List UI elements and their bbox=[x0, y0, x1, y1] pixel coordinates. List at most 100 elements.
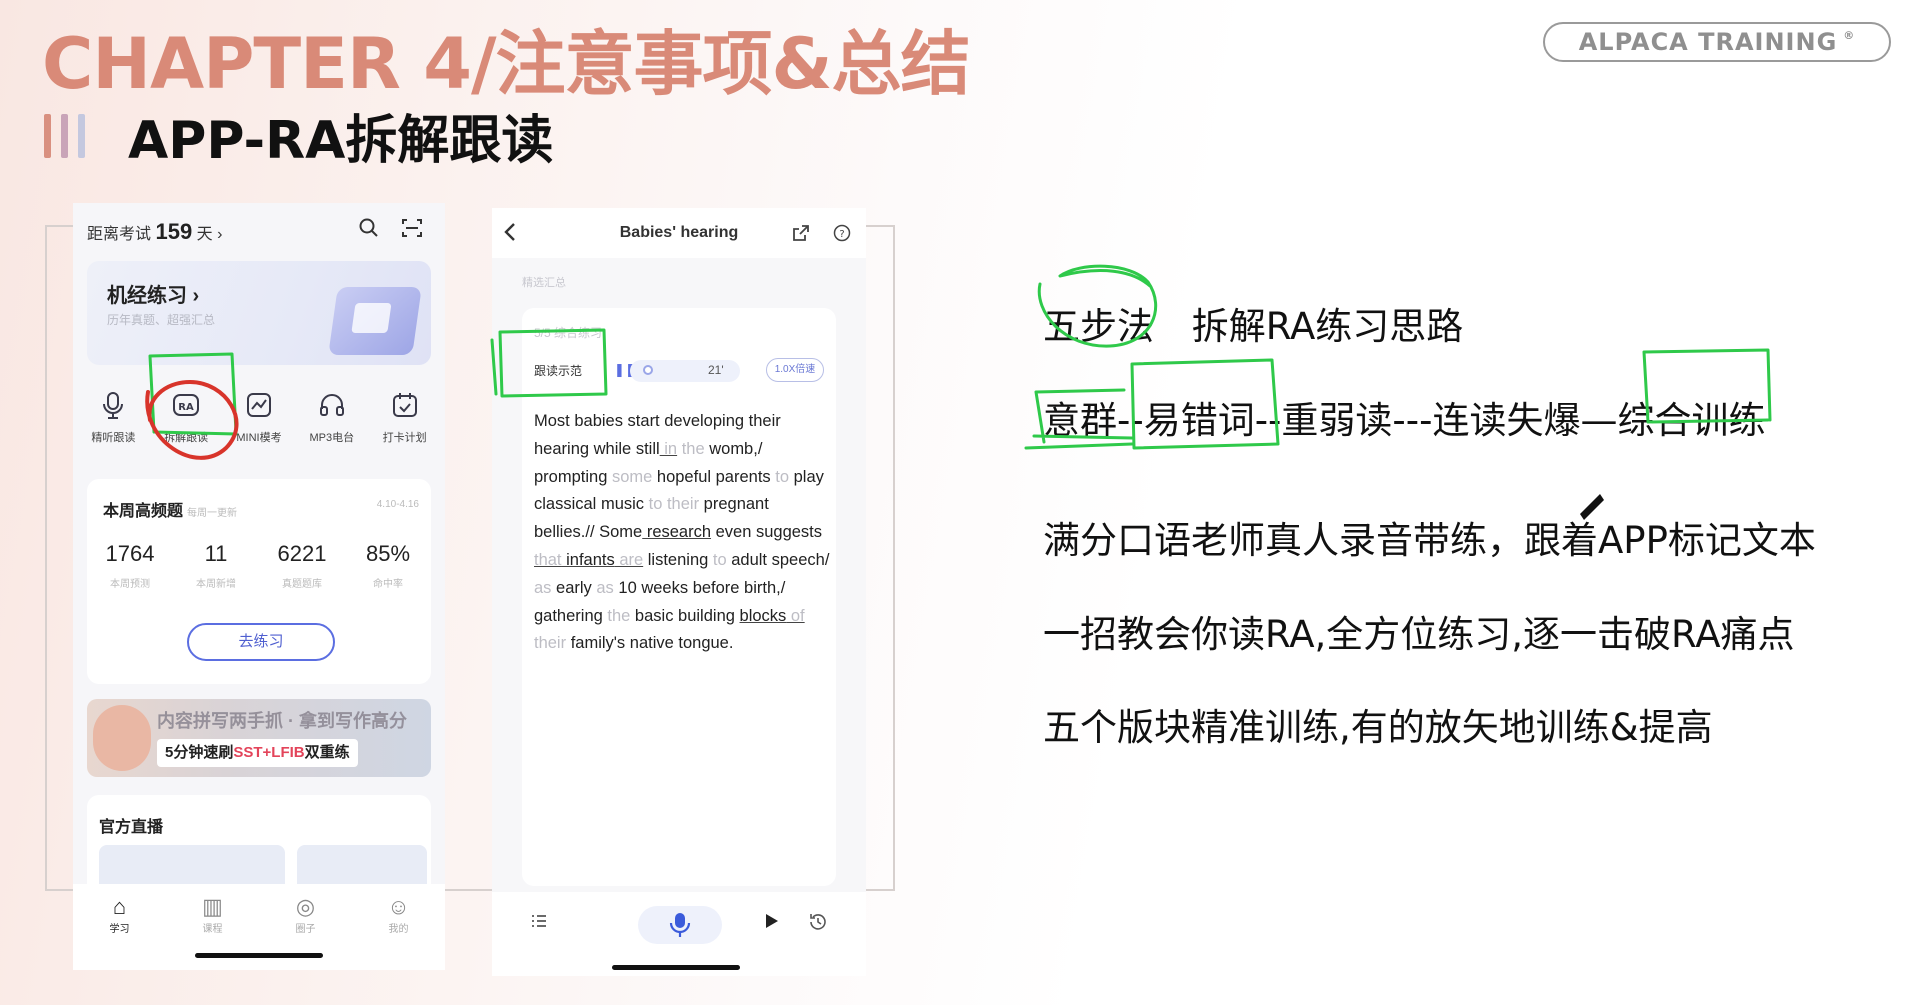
tab-course[interactable]: ▥ 课程 bbox=[183, 894, 243, 970]
passage-word: basic bbox=[634, 606, 674, 625]
reader-progress: 5/5 综合练习 bbox=[534, 326, 603, 340]
book-icon: ▥ bbox=[202, 894, 223, 919]
passage-word: adult bbox=[726, 550, 772, 569]
tool-mp3-radio[interactable]: MP3电台 bbox=[299, 391, 365, 445]
tab-circle[interactable]: ◎ 圈子 bbox=[276, 894, 336, 970]
reader-bottom-bar bbox=[492, 892, 866, 976]
five-step-label: 五步法 bbox=[1043, 305, 1154, 348]
tool-checkin-plan[interactable]: 打卡计划 bbox=[372, 391, 438, 445]
note-line-4: 一招教会你读RA,全方位练习,逐一击破RA痛点 bbox=[1043, 613, 1795, 656]
play-icon[interactable] bbox=[762, 912, 780, 936]
passage-word: early bbox=[551, 578, 597, 597]
live-section: 官方直播 bbox=[87, 795, 431, 895]
stat-label: 本周新增 bbox=[196, 579, 236, 590]
live-title: 官方直播 bbox=[99, 819, 164, 836]
frame-line bbox=[45, 225, 75, 227]
passage-word: before birth,/ bbox=[692, 578, 786, 597]
passage-word: gathering bbox=[534, 606, 603, 625]
passage-word: classical bbox=[534, 495, 597, 514]
stat-item: 85% 命中率 bbox=[348, 541, 428, 590]
passage-word: their bbox=[534, 634, 571, 653]
speed-button[interactable]: 1.0X倍速 bbox=[766, 358, 824, 382]
tool-label: MP3电台 bbox=[309, 432, 355, 444]
banner-line2: 5分钟速刷SST+LFIB双重练 bbox=[157, 739, 358, 767]
scan-icon[interactable] bbox=[401, 217, 423, 245]
slide-subtitle: APP-RA拆解跟读 bbox=[128, 111, 554, 171]
passage-word: to bbox=[775, 467, 790, 486]
note-line-3: 满分口语老师真人录音带练，跟着APP标记文本 bbox=[1043, 519, 1816, 562]
reader-nav-bar: Babies' hearing ? bbox=[492, 208, 866, 258]
title-bar bbox=[44, 114, 51, 158]
tool-listening[interactable]: 精听跟读 bbox=[80, 391, 146, 445]
search-icon[interactable] bbox=[358, 217, 380, 245]
passage-word: music bbox=[596, 495, 649, 514]
passage-word: hearing bbox=[534, 439, 590, 458]
passage-word: are bbox=[614, 550, 644, 569]
brand-logo: ALPACA TRAINING ® bbox=[1543, 22, 1891, 62]
tab-label: 我的 bbox=[388, 924, 409, 935]
passage-word: building bbox=[673, 606, 740, 625]
passage-word: the bbox=[602, 606, 635, 625]
phone-reader-screen: Babies' hearing ? 精选汇总 5/5 综合练习 跟读示范 ❚❚ … bbox=[492, 208, 866, 976]
exam-countdown[interactable]: 距离考试 159 天 › bbox=[87, 219, 222, 245]
title-bar bbox=[78, 114, 85, 158]
list-icon[interactable] bbox=[530, 912, 548, 936]
tool-mini-mock[interactable]: MINI模考 bbox=[226, 391, 292, 445]
weekly-stats: 1764 本周预测 11 本周新增 6221 真题题库 85% 命中率 bbox=[87, 541, 431, 590]
frame-line bbox=[866, 225, 894, 227]
chart-icon bbox=[226, 391, 292, 425]
passage-word: suggests bbox=[751, 523, 823, 542]
weekly-date-range: 4.10-4.16 bbox=[376, 499, 419, 510]
stat-value: 85% bbox=[365, 541, 411, 566]
mascot-illustration bbox=[93, 705, 151, 771]
title-bar bbox=[61, 114, 68, 158]
share-icon[interactable] bbox=[792, 224, 810, 248]
stat-label: 本周预测 bbox=[110, 579, 150, 590]
passage-word: infants bbox=[561, 550, 615, 569]
passage-word: some bbox=[607, 467, 657, 486]
frame-line bbox=[893, 225, 895, 890]
passage-word: womb,/ bbox=[704, 439, 763, 458]
tab-study[interactable]: ⌂ 学习 bbox=[90, 894, 150, 970]
profile-icon: ☺ bbox=[387, 894, 410, 919]
weekly-tag: 每周一更新 bbox=[187, 508, 238, 519]
practice-card[interactable]: 机经练习 › 历年真题、超强汇总 bbox=[87, 261, 431, 365]
passage-word: their bbox=[662, 495, 704, 514]
stat-label: 命中率 bbox=[373, 579, 403, 590]
playback-knob[interactable] bbox=[642, 365, 653, 375]
passage-word: even bbox=[711, 523, 752, 542]
passage-word: parents bbox=[711, 467, 776, 486]
passage-word: Some bbox=[599, 523, 643, 542]
passage-word: the bbox=[677, 439, 705, 458]
passage-word: prompting bbox=[534, 467, 608, 486]
tool-ra-breakdown[interactable]: RA 拆解跟读 bbox=[153, 391, 219, 445]
frame-line bbox=[45, 225, 47, 890]
banner-highlight: SST+LFIB bbox=[233, 744, 305, 761]
go-practice-button[interactable]: 去练习 bbox=[187, 623, 335, 661]
promo-banner[interactable]: 内容拼写两手抓 · 拿到写作高分 5分钟速刷SST+LFIB双重练 bbox=[87, 699, 431, 777]
passage-word: start bbox=[622, 412, 665, 430]
stat-item: 1764 本周预测 bbox=[90, 541, 170, 590]
svg-text:?: ? bbox=[839, 229, 844, 240]
demo-player: 跟读示范 ❚❚ 21' 1.0X倍速 bbox=[534, 354, 826, 386]
weekly-title: 本周高频题 每周一更新 bbox=[103, 497, 237, 521]
weekly-frequent-card: 本周高频题 每周一更新 4.10-4.16 1764 本周预测 11 本周新增 622… bbox=[87, 479, 431, 684]
passage-word: native tongue. bbox=[625, 634, 734, 653]
passage-word: still bbox=[635, 439, 660, 458]
banner-line1: 内容拼写两手抓 · 拿到写作高分 bbox=[157, 711, 407, 731]
passage-word: to bbox=[648, 495, 663, 514]
stat-label: 真题题库 bbox=[282, 579, 322, 590]
passage-word: Most bbox=[534, 412, 575, 430]
playback-time: 21' bbox=[708, 363, 724, 377]
help-icon[interactable]: ? bbox=[833, 224, 851, 248]
record-button[interactable] bbox=[638, 906, 722, 944]
tool-label: 拆解跟读 bbox=[164, 432, 209, 444]
practice-card-title: 机经练习 › bbox=[107, 285, 200, 307]
home-icon: ⌂ bbox=[112, 894, 127, 919]
passage-word: as bbox=[534, 578, 552, 597]
demo-label: 跟读示范 bbox=[534, 364, 583, 378]
passage-word: while bbox=[589, 439, 636, 458]
tab-label: 圈子 bbox=[295, 924, 316, 935]
tab-mine[interactable]: ☺ 我的 bbox=[369, 894, 429, 970]
history-icon[interactable] bbox=[808, 912, 828, 938]
